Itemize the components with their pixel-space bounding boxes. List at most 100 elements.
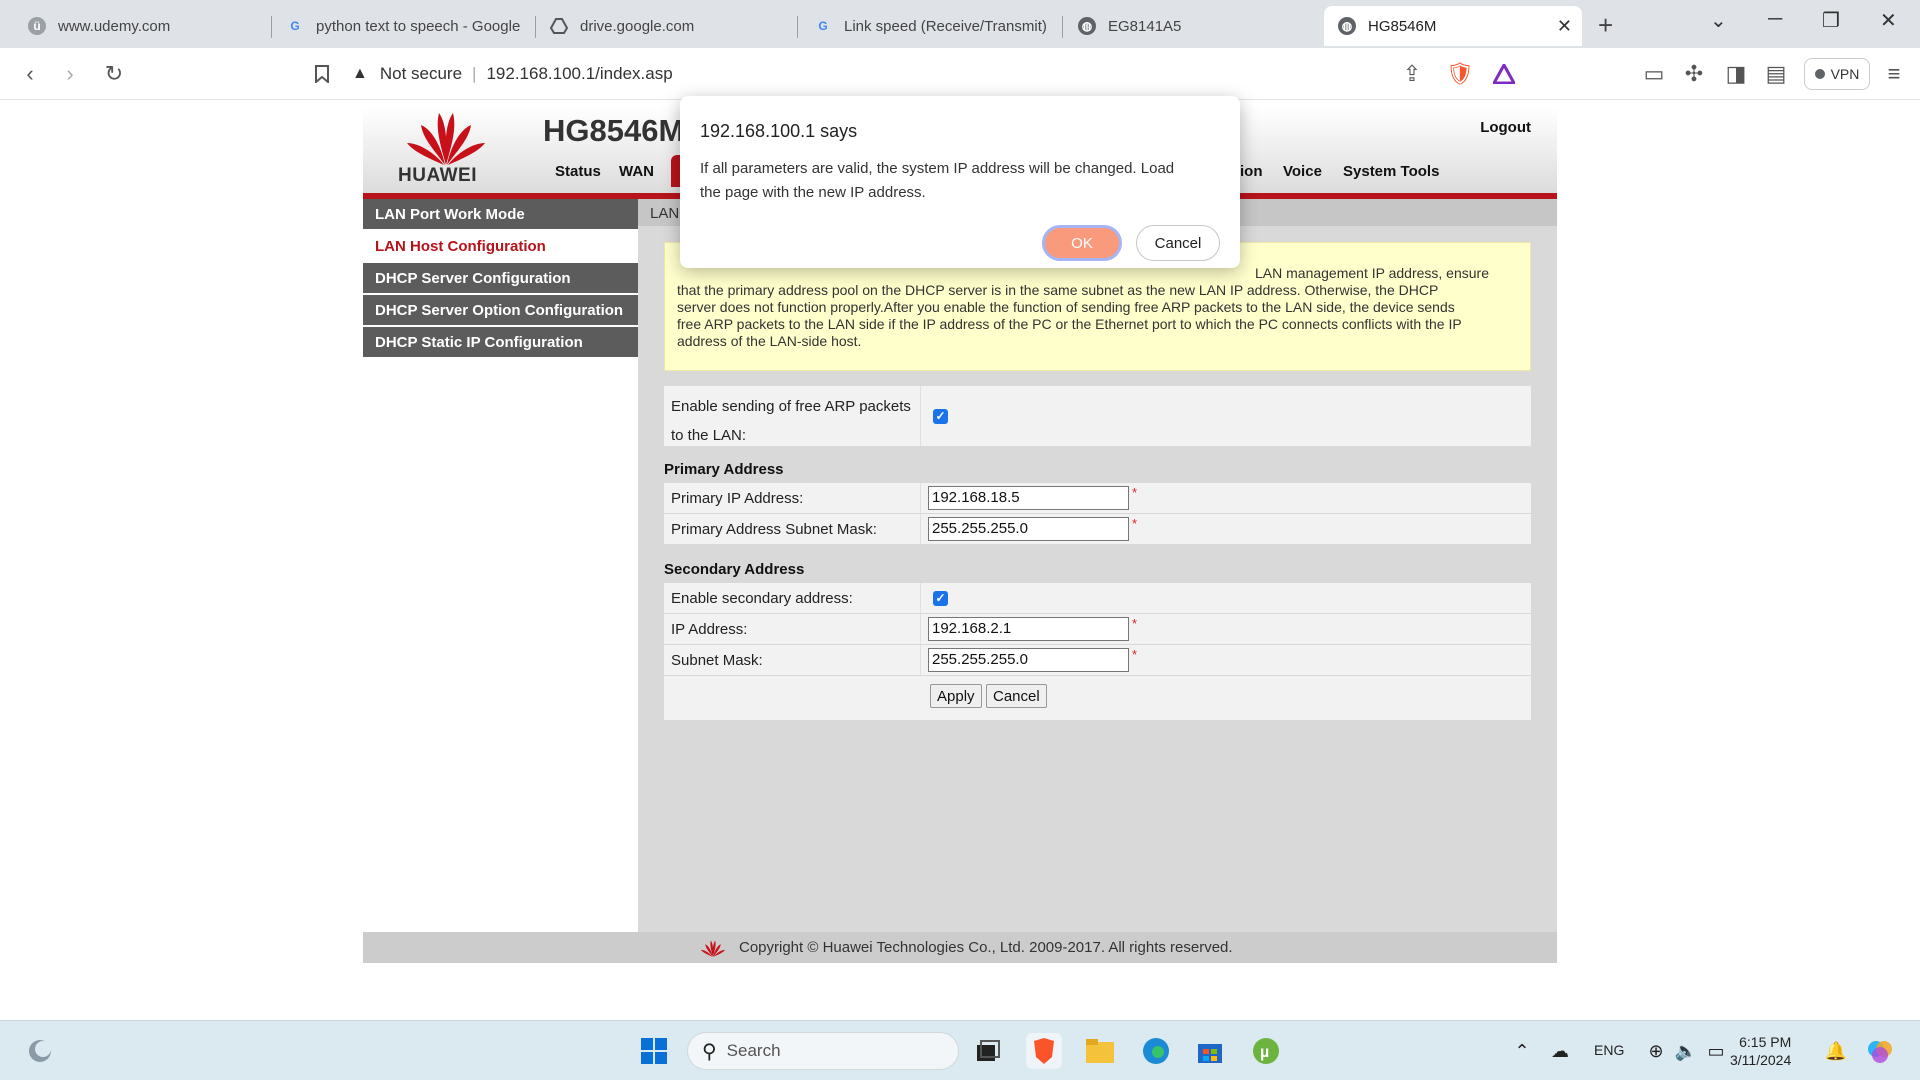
nav-voice[interactable]: Voice <box>1283 163 1322 180</box>
required-mark: * <box>1132 516 1138 531</box>
primary-mask-row: Primary Address Subnet Mask: 255.255.255… <box>664 514 1531 545</box>
close-tab-icon[interactable]: ✕ <box>1557 16 1572 37</box>
secondary-enable-cell: ✓ <box>920 583 948 613</box>
secondary-enable-checkbox[interactable]: ✓ <box>933 591 948 606</box>
weather-widget-icon[interactable] <box>22 1033 58 1069</box>
menu-icon[interactable]: ≡ <box>1880 60 1908 88</box>
nav-system-tools[interactable]: System Tools <box>1343 163 1439 180</box>
tab-hg8546m[interactable]: ◍ HG8546M ✕ <box>1324 6 1582 46</box>
vpn-status-icon <box>1814 69 1825 79</box>
onedrive-icon[interactable]: ☁ <box>1542 1033 1578 1069</box>
picture-in-picture-icon[interactable]: ▭ <box>1640 60 1668 88</box>
arp-checkbox[interactable]: ✓ <box>933 409 948 424</box>
microsoft-store-icon[interactable] <box>1192 1033 1228 1069</box>
nav-status[interactable]: Status <box>555 163 601 180</box>
close-window-button[interactable]: ✕ <box>1880 8 1897 33</box>
secondary-mask-cell: 255.255.255.0 * <box>920 645 1137 675</box>
sidebar-item-dhcp-server-configuration[interactable]: DHCP Server Configuration <box>363 263 638 293</box>
form-actions-row: Apply Cancel <box>664 676 1531 720</box>
sidebar-icon[interactable]: ◨ <box>1722 60 1750 88</box>
tab-search-chevron-icon[interactable]: ⌄ <box>1710 8 1727 33</box>
minimize-button[interactable]: ─ <box>1768 8 1782 31</box>
dialog-title: 192.168.100.1 says <box>700 121 858 141</box>
secondary-ip-row: IP Address: 192.168.2.1 * <box>664 614 1531 645</box>
secondary-enable-row: Enable secondary address: ✓ <box>664 583 1531 614</box>
secondary-ip-input[interactable]: 192.168.2.1 <box>928 617 1129 641</box>
alert-dialog: 192.168.100.1 says If all parameters are… <box>680 96 1240 268</box>
secondary-mask-label: Subnet Mask: <box>671 652 763 669</box>
copilot-icon[interactable] <box>1862 1033 1898 1069</box>
dialog-ok-button[interactable]: OK <box>1042 225 1122 261</box>
dialog-message: If all parameters are valid, the system … <box>700 160 1175 201</box>
sidebar-item-dhcp-static-ip-configuration[interactable]: DHCP Static IP Configuration <box>363 327 638 357</box>
router-body: LAN Port Work Mode LAN Host Configuratio… <box>363 199 1557 932</box>
tab-link-speed[interactable]: G Link speed (Receive/Transmit): <box>800 6 1060 46</box>
notice-line: that the primary address pool on the DHC… <box>677 282 1439 298</box>
svg-text:µ: µ <box>1260 1044 1269 1061</box>
tab-udemy[interactable]: ü www.udemy.com <box>14 6 270 46</box>
globe-icon: ◍ <box>1338 17 1356 35</box>
primary-ip-input[interactable]: 192.168.18.5 <box>928 486 1129 510</box>
huawei-wordmark: HUAWEI <box>398 165 477 186</box>
taskbar-search-input[interactable]: ⚲ Search <box>687 1032 959 1070</box>
dialog-cancel-button[interactable]: Cancel <box>1136 225 1220 261</box>
apply-button[interactable]: Apply <box>930 684 982 708</box>
huawei-logo: HUAWEI <box>363 107 535 193</box>
secondary-mask-input[interactable]: 255.255.255.0 <box>928 648 1129 672</box>
udemy-icon: ü <box>28 17 46 35</box>
task-view-icon[interactable] <box>970 1033 1006 1069</box>
brave-rewards-icon[interactable] <box>1490 60 1518 88</box>
restore-button[interactable]: ❐ <box>1822 8 1840 33</box>
arp-label: Enable sending of free ARP packets to th… <box>671 398 911 444</box>
primary-address-heading: Primary Address <box>664 461 784 478</box>
language-indicator[interactable]: ENG <box>1594 1042 1624 1058</box>
brave-browser-icon[interactable] <box>1026 1033 1062 1069</box>
required-mark: * <box>1132 647 1138 662</box>
logout-link[interactable]: Logout <box>1480 119 1531 136</box>
brave-shield-icon[interactable]: 🛡 <box>1446 60 1474 88</box>
sidebar-item-dhcp-server-option-configuration[interactable]: DHCP Server Option Configuration <box>363 295 638 325</box>
sidebar-item-lan-host-configuration[interactable]: LAN Host Configuration <box>363 231 638 261</box>
extensions-icon[interactable]: ✣ <box>1680 60 1708 88</box>
tab-python-tts[interactable]: G python text to speech - Google <box>272 6 534 46</box>
forward-icon[interactable]: › <box>56 60 84 88</box>
share-icon[interactable]: ⇪ <box>1398 60 1426 88</box>
primary-ip-cell: 192.168.18.5 * <box>920 483 1137 513</box>
device-model-title: HG8546M <box>543 113 685 148</box>
wallet-icon[interactable]: ▤ <box>1762 60 1790 88</box>
arp-row: Enable sending of free ARP packets to th… <box>664 386 1531 447</box>
bookmark-icon[interactable] <box>308 60 336 88</box>
address-divider: | <box>472 64 477 83</box>
reload-icon[interactable]: ↻ <box>100 60 128 88</box>
primary-mask-input[interactable]: 255.255.255.0 <box>928 517 1129 541</box>
copyright-text: Copyright © Huawei Technologies Co., Ltd… <box>739 939 1233 956</box>
notice-line: server does not function properly.After … <box>677 299 1455 315</box>
new-tab-button[interactable]: + <box>1598 10 1613 41</box>
battery-icon[interactable]: ▭ <box>1698 1033 1734 1069</box>
system-clock[interactable]: 6:15 PM 3/11/2024 <box>1730 1033 1791 1069</box>
nav-application[interactable]: ion <box>1240 163 1263 180</box>
tab-eg8141a5[interactable]: ◍ EG8141A5 <box>1064 6 1316 46</box>
security-label[interactable]: Not secure <box>380 64 462 84</box>
router-content: LAN LAN management IP address, ensure th… <box>638 199 1557 932</box>
primary-mask-label: Primary Address Subnet Mask: <box>671 521 877 538</box>
utorrent-icon[interactable]: µ <box>1248 1033 1284 1069</box>
windows-start-icon[interactable] <box>636 1033 672 1069</box>
tab-drive[interactable]: drive.google.com <box>536 6 796 46</box>
form-cancel-button[interactable]: Cancel <box>986 684 1047 708</box>
tab-separator <box>797 16 798 38</box>
edge-browser-icon[interactable] <box>1138 1033 1174 1069</box>
show-hidden-icons-chevron-icon[interactable]: ⌃ <box>1504 1033 1540 1069</box>
clock-time: 6:15 PM <box>1739 1034 1792 1050</box>
back-icon[interactable]: ‹ <box>16 60 44 88</box>
notification-bell-icon[interactable]: 🔔 <box>1818 1033 1854 1069</box>
address-bar[interactable]: ▲ Not secure | 192.168.100.1/index.asp <box>352 56 673 92</box>
vpn-button[interactable]: VPN <box>1804 58 1870 90</box>
sidebar-item-lan-port-work-mode[interactable]: LAN Port Work Mode <box>363 199 638 229</box>
file-explorer-icon[interactable] <box>1082 1033 1118 1069</box>
huawei-logo-icon <box>407 113 485 165</box>
nav-wan[interactable]: WAN <box>619 163 654 180</box>
secondary-ip-label: IP Address: <box>671 621 748 638</box>
url-text[interactable]: 192.168.100.1/index.asp <box>486 64 672 84</box>
warning-icon: ▲ <box>352 65 368 82</box>
